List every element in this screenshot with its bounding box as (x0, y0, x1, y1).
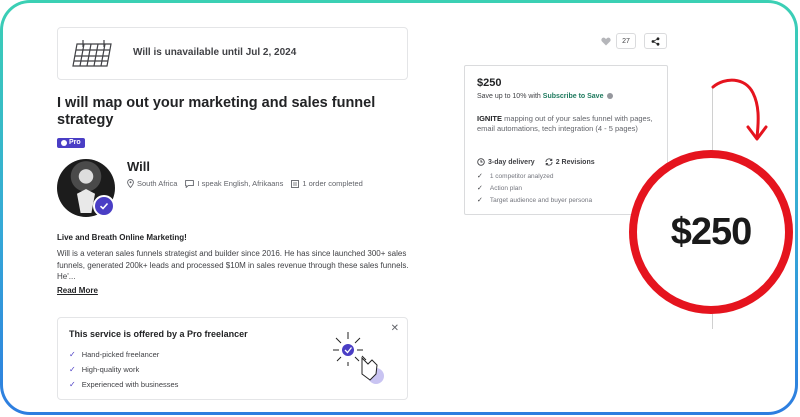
location-icon (127, 179, 134, 188)
info-icon[interactable] (607, 93, 614, 100)
check-icon: ✓ (477, 197, 483, 204)
about-text: Will is a veteran sales funnels strategi… (57, 249, 409, 281)
pro-badge-label: Pro (69, 139, 81, 146)
seller-meta: South Africa I speak English, Afrikaans … (127, 179, 363, 188)
avatar-photo-detail (77, 189, 95, 213)
unavailable-text: Will is unavailable until Jul 2, 2024 (133, 47, 297, 58)
clock-icon (477, 158, 485, 166)
list-item: ✓ Target audience and buyer persona (477, 196, 593, 205)
check-icon: ✓ (69, 350, 76, 359)
heart-icon[interactable] (601, 37, 611, 46)
list-item: ✓ High-quality work (69, 365, 140, 374)
seller-languages: I speak English, Afrikaans (185, 179, 283, 188)
chat-icon (185, 179, 195, 188)
subscribe-to-save-link[interactable]: Subscribe to Save (543, 93, 604, 100)
verified-icon (93, 195, 115, 217)
seller-orders: 1 order completed (291, 179, 363, 188)
like-row: 27 (601, 33, 636, 49)
seller-name[interactable]: Will (127, 159, 150, 174)
check-icon: ✓ (477, 173, 483, 180)
package-features: ✓ 1 competitor analyzed ✓ Action plan ✓ Tar… (477, 170, 592, 206)
page-content: Will is unavailable until Jul 2, 2024 I … (3, 3, 795, 412)
package-price: $250 (477, 77, 502, 89)
orders-icon (291, 179, 300, 188)
read-more-link[interactable]: Read More (57, 286, 98, 295)
package-description: IGNITE mapping out of your sales funnel … (477, 114, 653, 133)
subscribe-save-text: Save up to 10% with Subscribe to Save (477, 93, 614, 100)
delivery-time: 3-day delivery (477, 158, 535, 166)
pro-badge-icon (61, 140, 67, 146)
highlight-price: $250 (670, 210, 753, 253)
curved-arrow-icon (711, 78, 768, 141)
frame-border: Will is unavailable until Jul 2, 2024 I … (0, 0, 798, 415)
refresh-icon (545, 158, 553, 166)
check-icon: ✓ (477, 185, 483, 192)
pro-card-heading: This service is offered by a Pro freelan… (69, 329, 248, 339)
package-card: $250 Save up to 10% with Subscribe to Sa… (464, 65, 668, 215)
price-highlight-circle: $250 (629, 150, 793, 314)
share-icon (651, 36, 660, 46)
pro-service-card: This service is offered by a Pro freelan… (57, 317, 408, 400)
seller-avatar[interactable] (57, 159, 115, 217)
close-icon[interactable]: ✕ (391, 323, 399, 334)
gig-title: I will map out your marketing and sales … (57, 95, 376, 128)
pro-badge: Pro (57, 138, 85, 148)
check-icon: ✓ (69, 380, 76, 389)
pro-card-list: ✓ Hand-picked freelancer ✓ High-quality wo… (69, 347, 178, 392)
pro-hand-illustration-icon (333, 332, 384, 384)
unavailable-banner: Will is unavailable until Jul 2, 2024 (57, 27, 408, 80)
share-button[interactable] (644, 33, 667, 49)
package-delivery-row: 3-day delivery 2 Revisions (477, 158, 595, 166)
list-item: ✓ Experienced with businesses (69, 380, 179, 389)
list-item: ✓ Hand-picked freelancer (69, 350, 160, 359)
check-icon: ✓ (69, 365, 76, 374)
calendar-icon (72, 40, 112, 67)
like-count: 27 (616, 33, 636, 49)
seller-country: South Africa (127, 179, 177, 188)
revisions-count: 2 Revisions (545, 158, 595, 166)
about-heading: Live and Breath Online Marketing! (57, 233, 187, 242)
list-item: ✓ Action plan (477, 184, 523, 193)
list-item: ✓ 1 competitor analyzed (477, 172, 554, 181)
